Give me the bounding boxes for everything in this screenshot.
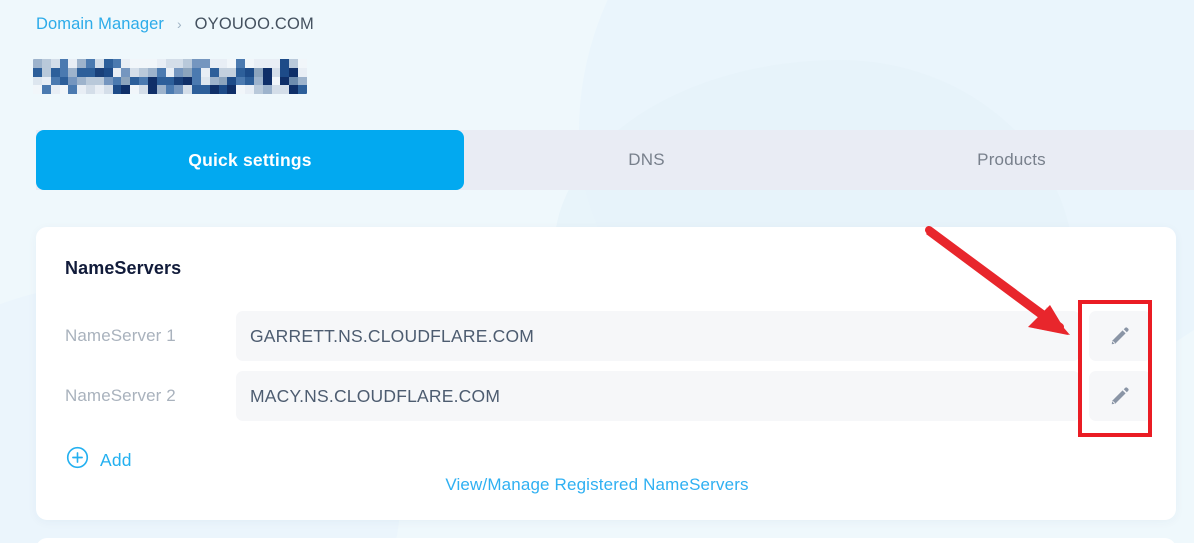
- pencil-icon: [1109, 325, 1131, 347]
- tab-bar-left-gutter: [0, 130, 36, 190]
- tab-dns[interactable]: DNS: [464, 130, 829, 190]
- tab-products-label: Products: [977, 150, 1046, 169]
- breadcrumb-current-domain: OYOUOO.COM: [194, 15, 314, 33]
- tab-quick-settings-label: Quick settings: [188, 149, 312, 170]
- tab-dns-label: DNS: [628, 150, 665, 169]
- tab-quick-settings[interactable]: Quick settings: [36, 130, 464, 190]
- breadcrumb: Domain Manager › OYOUOO.COM: [36, 15, 314, 34]
- nameserver-1-input[interactable]: [236, 311, 1080, 361]
- nameserver-2-label: NameServer 2: [65, 386, 176, 405]
- breadcrumb-link-domain-manager[interactable]: Domain Manager: [36, 15, 164, 34]
- table-row: NameServer 2: [65, 371, 1151, 421]
- add-nameserver-label: Add: [100, 449, 132, 470]
- page-title-redacted: [33, 59, 307, 94]
- pencil-icon: [1109, 385, 1131, 407]
- nameserver-2-input[interactable]: [236, 371, 1080, 421]
- tab-bar: Quick settings DNS Products: [0, 130, 1194, 190]
- tab-products[interactable]: Products: [829, 130, 1194, 190]
- page-root: Domain Manager › OYOUOO.COM Quick settin…: [0, 0, 1194, 543]
- nameserver-1-edit-button[interactable]: [1089, 311, 1151, 361]
- add-nameserver-button[interactable]: Add: [66, 446, 132, 474]
- chevron-right-icon: ›: [176, 15, 182, 32]
- next-card-peek: [36, 538, 1176, 543]
- card-title-nameservers: NameServers: [65, 258, 182, 278]
- view-manage-registered-nameservers-link[interactable]: View/Manage Registered NameServers: [0, 475, 1194, 495]
- plus-circle-icon: [66, 446, 89, 474]
- table-row: NameServer 1: [65, 311, 1151, 361]
- nameserver-1-label: NameServer 1: [65, 326, 176, 345]
- nameserver-2-edit-button[interactable]: [1089, 371, 1151, 421]
- pixelation-mosaic: [33, 59, 307, 94]
